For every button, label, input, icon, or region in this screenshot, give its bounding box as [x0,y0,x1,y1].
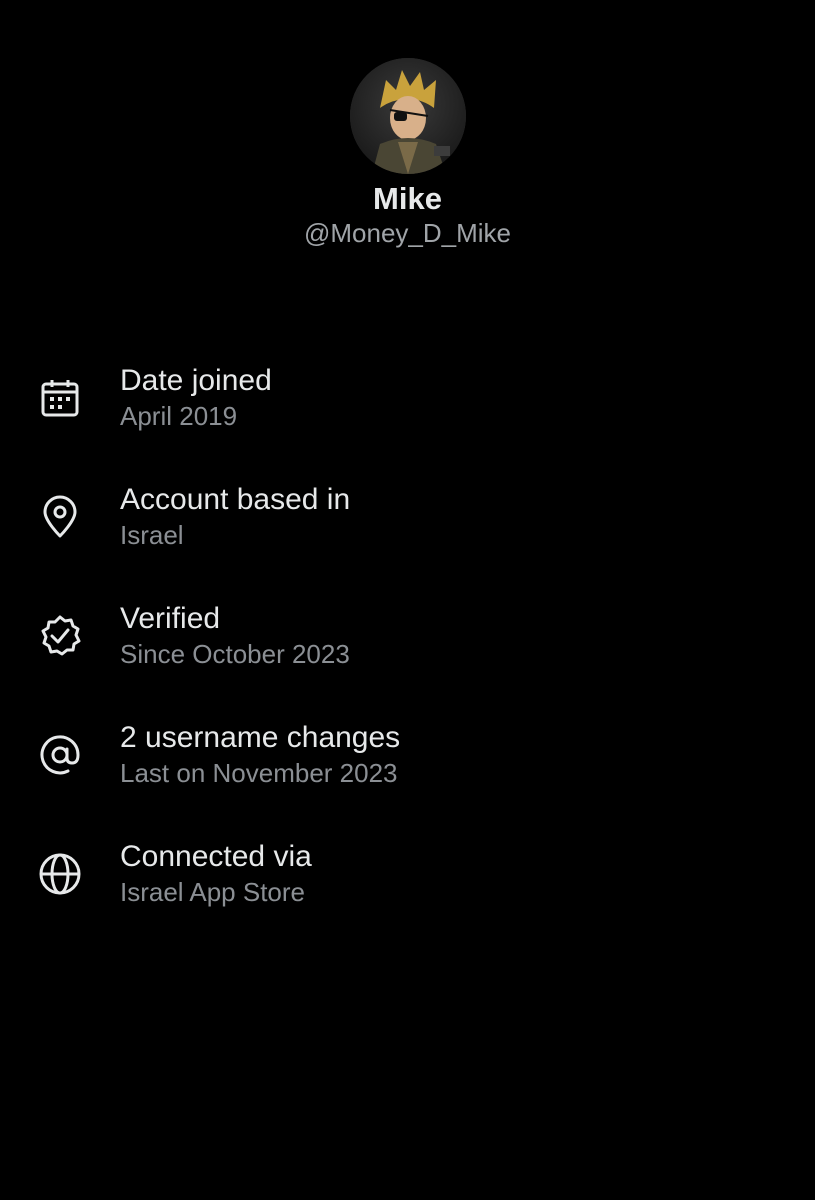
detail-label: Verified [120,602,221,635]
detail-row-connected-via: Connected via Israel App Store [0,836,815,955]
detail-value: Israel App Store [120,877,305,907]
detail-row-username-changes: 2 username changes Last on November 2023 [0,717,815,836]
calendar-icon [36,374,84,422]
verified-badge-icon [36,612,84,660]
account-details-list: Date joined April 2019 Account based in … [0,360,815,955]
avatar[interactable] [349,58,466,174]
detail-label: 2 username changes [120,721,401,754]
detail-value: Last on November 2023 [120,758,398,788]
detail-value: Since October 2023 [120,639,350,669]
detail-row-date-joined: Date joined April 2019 [0,360,815,479]
profile-header: Mike @Money_D_Mike [0,58,815,250]
detail-label: Date joined [120,364,272,397]
detail-value: Israel [120,520,184,550]
location-pin-icon [36,493,84,541]
display-name: Mike [373,181,442,216]
detail-label: Connected via [120,840,312,873]
username-handle: @Money_D_Mike [303,218,512,248]
detail-row-verified: Verified Since October 2023 [0,598,815,717]
globe-icon [36,850,84,898]
detail-value: April 2019 [120,401,238,431]
avatar-image [349,58,466,174]
detail-label: Account based in [120,483,351,516]
at-sign-icon [36,731,84,779]
detail-row-account-based-in: Account based in Israel [0,479,815,598]
